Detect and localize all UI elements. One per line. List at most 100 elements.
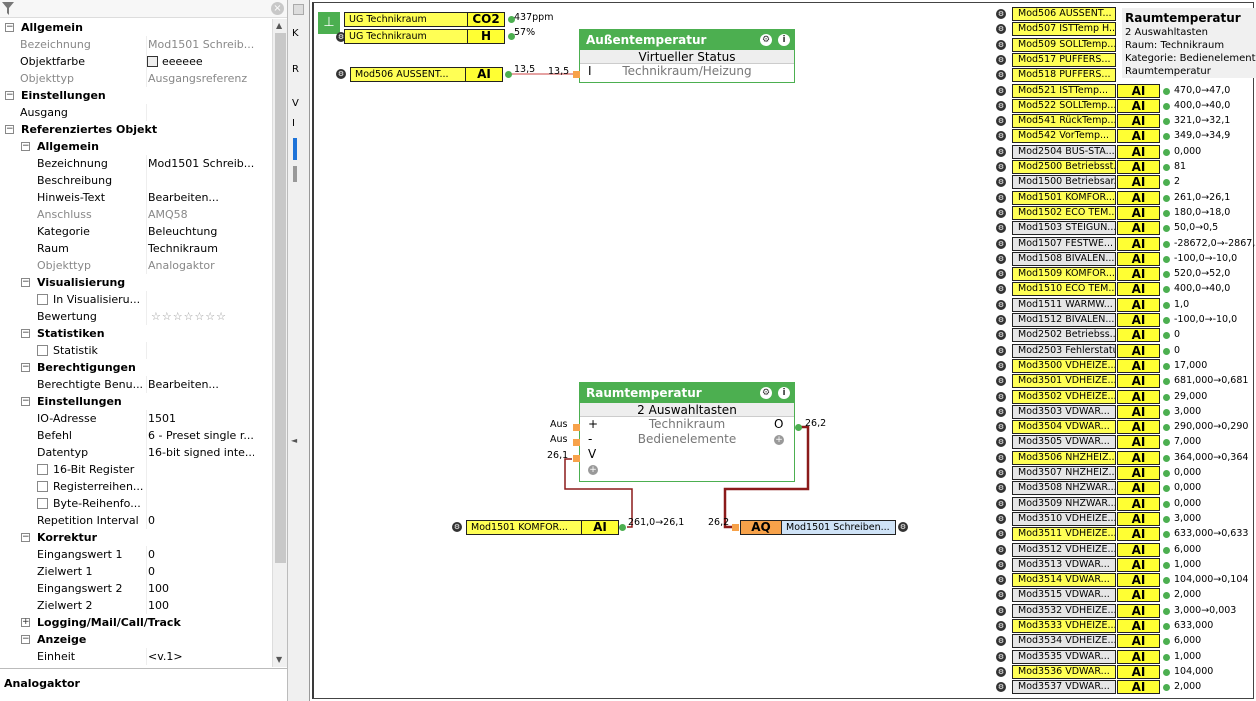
prop-value[interactable]: Bearbeiten...: [146, 376, 254, 393]
prop-value[interactable]: 0: [146, 563, 254, 580]
prop-value[interactable]: Mod1501 Schreib...: [146, 36, 254, 53]
collapse-icon[interactable]: −: [21, 363, 30, 372]
input-port[interactable]: [573, 71, 580, 78]
gear-icon[interactable]: ⚙: [996, 544, 1006, 555]
pin-icon[interactable]: ⊥: [318, 12, 340, 34]
collapse-icon[interactable]: −: [21, 635, 30, 644]
gear-icon[interactable]: ⚙: [452, 522, 462, 532]
port-name[interactable]: Mod1508 BIVALEN...: [1012, 251, 1116, 266]
gear-icon[interactable]: ⚙: [996, 54, 1006, 65]
output-dot[interactable]: [1163, 317, 1170, 324]
aq-name[interactable]: Mod1501 Schreiben...: [781, 520, 896, 535]
port-name[interactable]: Mod1501 KOMFOR...: [1012, 190, 1116, 205]
port-name[interactable]: Mod3534 VDHEIZE...: [1012, 634, 1116, 649]
gear-icon[interactable]: ⚙: [898, 522, 908, 532]
ai-block-komfort[interactable]: ⚙ Mod1501 KOMFOR... AI 261,0→26,1: [450, 517, 690, 535]
port-name[interactable]: Mod3514 VDWAR...: [1012, 573, 1116, 588]
output-dot[interactable]: [1163, 87, 1170, 95]
output-dot[interactable]: [1163, 623, 1170, 630]
output-dot[interactable]: [1163, 255, 1170, 263]
output-port-o[interactable]: [795, 424, 802, 431]
port-name[interactable]: Mod3515 VDWAR...: [1012, 588, 1116, 603]
gear-icon[interactable]: ⚙: [996, 513, 1006, 524]
input-port-plus[interactable]: [573, 424, 580, 431]
output-dot[interactable]: [1163, 194, 1170, 202]
port-name[interactable]: Mod522 SOLLTemp...: [1012, 98, 1116, 113]
strip-char-3[interactable]: V: [292, 98, 299, 109]
prop-value[interactable]: 16-bit signed inte...: [146, 444, 254, 461]
port-name[interactable]: Mod3504 VDWAR...: [1012, 420, 1116, 435]
port-name[interactable]: Mod1510 ECO TEM...: [1012, 282, 1116, 297]
port-name[interactable]: Mod3508 NHZWAR...: [1012, 481, 1116, 496]
port-name[interactable]: Mod2502 Betriebss...: [1012, 328, 1116, 343]
port-name[interactable]: Mod1512 BIVALEN...: [1012, 313, 1116, 327]
strip-char-4[interactable]: I: [292, 118, 295, 129]
gear-icon[interactable]: ⚙: [996, 452, 1006, 463]
gear-icon[interactable]: ⚙: [996, 605, 1006, 616]
port-name[interactable]: Mod1503 STEIGUN...: [1012, 221, 1116, 236]
gear-icon[interactable]: ⚙: [996, 360, 1006, 371]
collapse-icon[interactable]: −: [5, 125, 14, 134]
checkbox[interactable]: [37, 498, 48, 509]
raumtemp-block[interactable]: Raumtemperatur ⚙ i 2 Auswahltasten + Tech…: [579, 382, 795, 482]
gear-icon[interactable]: ⚙: [996, 498, 1006, 509]
section-berechtigungen[interactable]: − Berechtigungen: [0, 359, 272, 376]
collapse-icon[interactable]: −: [21, 329, 30, 338]
section-einstellungen[interactable]: − Einstellungen: [0, 393, 272, 410]
ai-name[interactable]: Mod1501 KOMFOR...: [466, 520, 582, 535]
prop-value[interactable]: [146, 461, 254, 478]
add-input-icon[interactable]: +: [588, 465, 598, 475]
clear-filter-icon[interactable]: ×: [271, 2, 284, 15]
prop-value[interactable]: [146, 291, 254, 308]
output-dot[interactable]: [1163, 500, 1170, 508]
prop-value[interactable]: [146, 342, 254, 359]
collapse-icon[interactable]: −: [5, 23, 14, 32]
prop-value[interactable]: 1501: [146, 410, 254, 427]
gear-icon[interactable]: ⚙: [996, 299, 1006, 310]
scroll-up-icon[interactable]: ▲: [276, 21, 282, 30]
ai-name[interactable]: Mod506 AUSSENT...: [350, 67, 466, 82]
info-icon[interactable]: i: [778, 387, 790, 399]
port-name[interactable]: Mod509 SOLLTemp...: [1012, 37, 1116, 52]
output-dot[interactable]: [1163, 164, 1170, 171]
add-output-icon[interactable]: +: [774, 435, 784, 445]
output-dot[interactable]: [1163, 546, 1170, 554]
port-name[interactable]: Mod518 PUFFERS...: [1012, 68, 1116, 83]
port-name[interactable]: Mod3505 VDWAR...: [1012, 435, 1116, 450]
prop-value[interactable]: Analogaktor: [146, 257, 254, 274]
prop-value[interactable]: Ausgangsreferenz: [146, 70, 254, 87]
input-port-v[interactable]: [573, 455, 580, 462]
port-name[interactable]: Mod3502 VDHEIZE...: [1012, 389, 1116, 404]
strip-char-2[interactable]: R: [292, 64, 299, 75]
gear-icon[interactable]: ⚙: [760, 34, 772, 46]
gear-icon[interactable]: ⚙: [996, 146, 1006, 157]
rating-stars[interactable]: ☆☆☆☆☆☆☆: [146, 308, 254, 325]
section-einstellungen[interactable]: − Einstellungen: [0, 87, 272, 104]
port-name[interactable]: Mod541 RückTemp...: [1012, 114, 1116, 129]
port-name[interactable]: Mod506 AUSSENT...: [1012, 7, 1116, 21]
output-dot[interactable]: [1163, 561, 1170, 569]
gear-icon[interactable]: ⚙: [996, 651, 1006, 662]
prop-value[interactable]: 0: [146, 512, 254, 529]
output-dot[interactable]: [1163, 362, 1170, 370]
gear-icon[interactable]: ⚙: [996, 406, 1006, 417]
prop-value[interactable]: Bearbeiten...: [146, 189, 254, 206]
port-name[interactable]: Mod1509 KOMFOR...: [1012, 267, 1116, 282]
collapse-icon[interactable]: −: [21, 142, 30, 151]
prop-value[interactable]: [146, 172, 254, 189]
prop-value[interactable]: 100: [146, 580, 254, 597]
port-name[interactable]: Mod521 ISTTemp...: [1012, 83, 1116, 98]
prop-value[interactable]: AMQ58: [146, 206, 254, 223]
input-port[interactable]: [732, 524, 739, 531]
gear-icon[interactable]: ⚙: [996, 39, 1006, 50]
collapse-icon[interactable]: −: [5, 91, 14, 100]
output-dot[interactable]: [1163, 102, 1170, 110]
expand-icon[interactable]: +: [21, 618, 30, 627]
section-anzeige[interactable]: − Anzeige: [0, 631, 272, 648]
port-name[interactable]: Mod1500 Betriebsar...: [1012, 175, 1116, 190]
ai-block-aussent[interactable]: ⚙ Mod506 AUSSENT... AI 13,5: [334, 64, 574, 82]
port-name[interactable]: Mod3500 VDHEIZE...: [1012, 358, 1116, 373]
output-dot[interactable]: [1163, 148, 1170, 156]
output-dot[interactable]: [1163, 653, 1170, 661]
gear-icon[interactable]: ⚙: [996, 253, 1006, 264]
